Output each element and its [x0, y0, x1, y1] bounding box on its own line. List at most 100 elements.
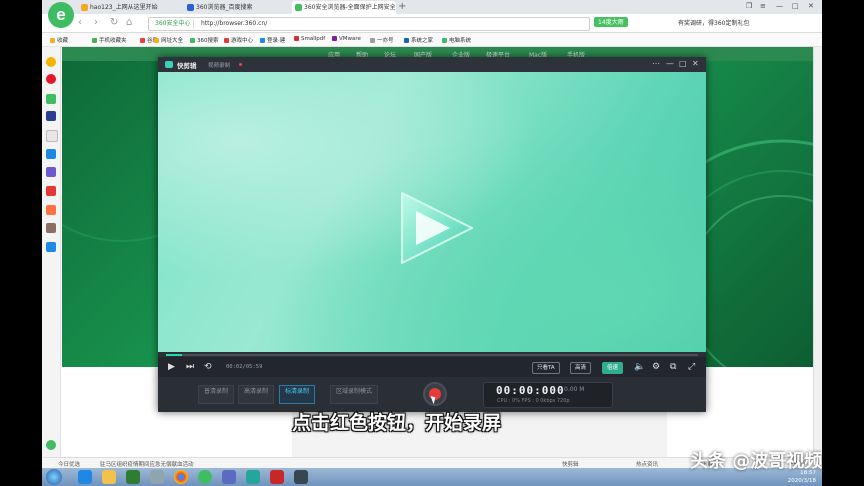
doc-icon[interactable] [46, 130, 58, 142]
volume-icon[interactable]: 🔈 [634, 362, 645, 372]
progress-fill [166, 354, 182, 356]
scrollbar[interactable] [813, 47, 822, 457]
weather-badge[interactable]: 14度大雨 [594, 17, 628, 27]
url-input[interactable]: 360安全中心 http://browser.360.cn/ [148, 17, 590, 31]
recorder-subtitle: 视频录制 [208, 63, 231, 69]
bookmark-item[interactable]: 网址大全 [154, 36, 183, 44]
start-button[interactable] [46, 469, 62, 485]
bookmark-item[interactable]: 360搜索 [190, 36, 219, 44]
bookmarks-bar: 收藏 手机收藏夹 谷歌 网址大全 360搜索 游戏中心 登录·建 Smallpd… [42, 33, 822, 47]
hd-button[interactable]: 高清 [570, 362, 592, 374]
bookmark-item[interactable]: 游戏中心 [224, 36, 253, 44]
browser-icon[interactable] [198, 470, 212, 484]
app-icon[interactable] [150, 470, 164, 484]
360-browser-logo[interactable]: e [48, 2, 74, 28]
tab-label: 360安全浏览器-全面保护上网安全 [304, 4, 396, 11]
player-icon[interactable] [246, 470, 260, 484]
app-icon[interactable] [46, 111, 56, 121]
recorder-titlebar[interactable]: 快剪辑 视频录制 ⋯ — □ ✕ [158, 57, 706, 72]
tab-strip: hao123_上网从这里开始 360浏览器_百度搜索 360安全浏览器-全面保护… [42, 0, 822, 14]
video-caption: 点击红色按钮，开始录屏 [292, 412, 502, 434]
maximize-icon[interactable]: □ [792, 2, 799, 10]
minimize-icon[interactable]: — [776, 2, 783, 10]
bookmark-item[interactable]: Smallpdf [294, 36, 325, 42]
today-picks[interactable]: 今日优选 [58, 460, 80, 468]
settings-icon[interactable]: ⚙ [652, 362, 660, 372]
video-icon[interactable] [46, 186, 56, 196]
app-icon[interactable] [126, 470, 140, 484]
options-icon[interactable]: ⋯ [652, 59, 660, 68]
recorder-window: 快剪辑 视频录制 ⋯ — □ ✕ ▶ ⏭ ⟲ 00:02/05:59 只看TA … [158, 57, 706, 412]
only-ta-button[interactable]: 只看TA [532, 362, 560, 374]
explorer-icon[interactable] [102, 470, 116, 484]
app-icon[interactable] [294, 470, 308, 484]
360-icon[interactable] [46, 440, 56, 450]
pay-icon[interactable] [46, 242, 56, 252]
recording-timer-panel: 00:00:000 0.00 M CPU : 0% FPS : 0 0kbps … [483, 382, 613, 408]
mode-hd[interactable]: 高清录制 [238, 385, 275, 404]
loop-icon[interactable]: ⟲ [204, 362, 212, 372]
menu-icon[interactable]: ≡ [760, 2, 766, 10]
promo-text[interactable]: 有奖调研，得360定制礼包 [678, 18, 749, 27]
game2-icon[interactable] [46, 205, 56, 215]
security-label: 360安全中心 [152, 19, 195, 29]
minimize-icon[interactable]: — [666, 59, 674, 68]
weibo-icon[interactable] [46, 74, 56, 84]
home-icon[interactable]: ⌂ [126, 17, 132, 28]
chat-icon[interactable] [46, 149, 56, 159]
tab-label: 360浏览器_百度搜索 [196, 4, 253, 11]
360-browser-icon [295, 4, 302, 11]
playback-progress[interactable] [166, 354, 698, 356]
tab-label: hao123_上网从这里开始 [90, 4, 158, 11]
new-tab-button[interactable]: + [398, 1, 406, 13]
hao123-icon [81, 4, 88, 11]
app-icon[interactable] [270, 470, 284, 484]
game-icon[interactable] [46, 167, 56, 177]
chrome-icon[interactable] [174, 470, 188, 484]
close-icon[interactable]: ✕ [692, 59, 699, 68]
next-icon[interactable]: ⏭ [186, 362, 194, 372]
clock-date: 2020/3/18 [787, 478, 816, 484]
maximize-icon[interactable]: □ [679, 59, 687, 68]
mail-icon[interactable] [46, 94, 56, 104]
recording-dot-icon [239, 63, 242, 66]
tab-hao123[interactable]: hao123_上网从这里开始 [78, 1, 182, 14]
status-item[interactable]: 快剪辑 [562, 460, 579, 468]
ie-icon[interactable] [78, 470, 92, 484]
app-icon[interactable] [222, 470, 236, 484]
video-preview[interactable] [158, 72, 706, 352]
bookmark-item[interactable]: 一亦号 [370, 36, 394, 44]
bookmark-item[interactable]: 系统之家 [404, 36, 433, 44]
pip-icon[interactable]: ⧉ [670, 362, 676, 372]
mode-normal-selected[interactable]: 标清录制 [279, 385, 316, 404]
back-icon[interactable]: ‹ [78, 17, 82, 28]
status-item[interactable]: 热点资讯 [636, 460, 658, 468]
bookmark-item[interactable]: 手机收藏夹 [92, 36, 127, 44]
skin-icon[interactable]: ❒ [746, 2, 752, 10]
app-name: 快剪辑 [177, 62, 197, 70]
bookmark-item[interactable]: 收藏 [50, 36, 68, 44]
refresh-icon[interactable]: ↻ [110, 17, 118, 28]
play-icon[interactable]: ▶ [168, 362, 175, 372]
recording-stats: CPU : 0% FPS : 0 0kbps 720p [497, 398, 570, 404]
bookmark-item[interactable]: VMware [332, 36, 361, 42]
news-ticker[interactable]: 驻马区组织疫情期间应急无偿献血活动 [100, 460, 194, 468]
fullscreen-icon[interactable]: ⤢ [688, 362, 695, 372]
mode-region[interactable]: 区域录制模式 [330, 385, 379, 404]
file-size: 0.00 M [564, 386, 585, 393]
kuaijianji-logo-icon [165, 61, 173, 68]
recording-timer: 00:00:000 [496, 384, 565, 397]
address-bar: ‹ › ↻ ⌂ 360安全中心 http://browser.360.cn/ 1… [42, 14, 822, 33]
video-play-logo[interactable] [392, 185, 478, 271]
bookmark-item[interactable]: 登录·建 [260, 36, 285, 44]
speed-button[interactable]: 倍速 [602, 362, 624, 374]
tab-baidu-search[interactable]: 360浏览器_百度搜索 [184, 1, 288, 14]
tab-360-browser[interactable]: 360安全浏览器-全面保护上网安全 [292, 1, 396, 14]
game3-icon[interactable] [46, 223, 56, 233]
mode-standard[interactable]: 普清录制 [198, 385, 235, 404]
playback-controls: ▶ ⏭ ⟲ 00:02/05:59 只看TA 高清 倍速 🔈 ⚙ ⧉ ⤢ [158, 357, 706, 377]
close-icon[interactable]: ✕ [808, 2, 814, 10]
favorites-icon[interactable] [46, 57, 56, 67]
forward-icon[interactable]: › [94, 17, 98, 28]
bookmark-item[interactable]: 电脑系统 [442, 36, 471, 44]
